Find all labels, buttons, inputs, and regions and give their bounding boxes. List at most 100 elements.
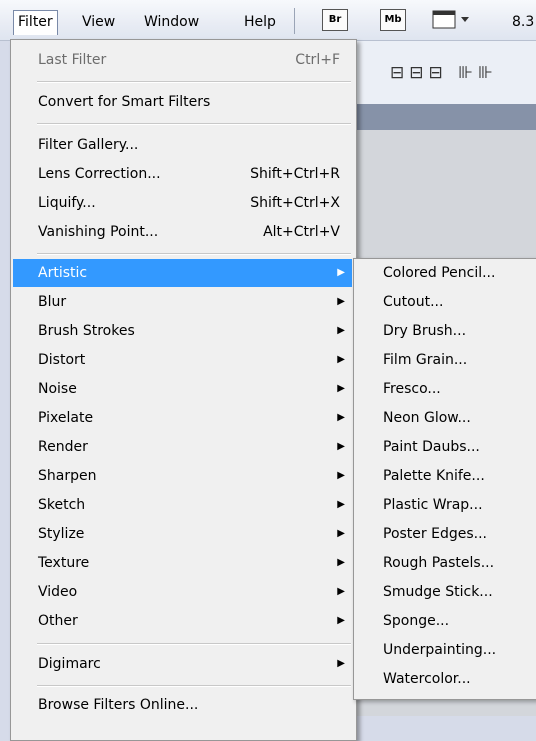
menu-item-brush-strokes[interactable]: Brush Strokes ▶: [13, 317, 352, 345]
menu-item-label: Paint Daubs...: [383, 439, 480, 455]
menu-item-lens-correction[interactable]: Lens Correction... Shift+Ctrl+R: [13, 160, 352, 188]
menu-item-video[interactable]: Video ▶: [13, 578, 352, 606]
submenu-arrow-icon: ▶: [337, 615, 345, 626]
submenu-arrow-icon: ▶: [337, 267, 345, 278]
menu-item-distort[interactable]: Distort ▶: [13, 346, 352, 374]
menu-item-label: Noise: [38, 381, 77, 397]
submenu-arrow-icon: ▶: [337, 412, 345, 423]
menu-item-label: Digimarc: [38, 656, 101, 672]
menu-item-label: Sponge...: [383, 613, 450, 629]
submenu-item-smudge-stick[interactable]: Smudge Stick...: [356, 578, 536, 607]
menu-item-label: Poster Edges...: [383, 526, 487, 542]
separator: [37, 685, 351, 687]
submenu-arrow-icon: ▶: [337, 528, 345, 539]
menu-item-blur[interactable]: Blur ▶: [13, 288, 352, 316]
align-icons[interactable]: ⊟⊟⊟ ⊪⊪: [390, 63, 498, 83]
separator: [37, 253, 351, 255]
menu-item-other[interactable]: Other ▶: [13, 607, 352, 635]
menu-item-label: Rough Pastels...: [383, 555, 495, 571]
document-tab-strip: [356, 104, 536, 130]
menu-item-label: Pixelate: [38, 410, 94, 426]
menu-item-label: Plastic Wrap...: [383, 497, 483, 513]
menu-help[interactable]: Help: [240, 11, 280, 33]
menu-item-render[interactable]: Render ▶: [13, 433, 352, 461]
menu-item-label: Distort: [38, 352, 86, 368]
menu-bar: Filter View Window Help Br Mb 8.3: [0, 0, 536, 41]
menu-item-filter-gallery[interactable]: Filter Gallery...: [13, 131, 352, 159]
submenu-item-palette-knife[interactable]: Palette Knife...: [356, 462, 536, 491]
menu-item-label: Neon Glow...: [383, 410, 471, 426]
menu-item-texture[interactable]: Texture ▶: [13, 549, 352, 577]
menu-item-label: Last Filter: [38, 52, 107, 68]
menu-item-label: Cutout...: [383, 294, 444, 310]
menu-item-label: Filter Gallery...: [38, 137, 139, 153]
menu-item-label: Blur: [38, 294, 67, 310]
submenu-arrow-icon: ▶: [337, 499, 345, 510]
submenu-item-underpainting[interactable]: Underpainting...: [356, 636, 536, 665]
submenu-item-film-grain[interactable]: Film Grain...: [356, 346, 536, 375]
menu-item-label: Vanishing Point...: [38, 224, 159, 240]
menu-item-label: Smudge Stick...: [383, 584, 493, 600]
submenu-item-rough-pastels[interactable]: Rough Pastels...: [356, 549, 536, 578]
menu-item-convert-smart-filters[interactable]: Convert for Smart Filters: [13, 88, 352, 116]
menu-item-label: Render: [38, 439, 88, 455]
filter-menu: Last Filter Ctrl+F Convert for Smart Fil…: [10, 39, 357, 741]
submenu-item-plastic-wrap[interactable]: Plastic Wrap...: [356, 491, 536, 520]
view-extras-button[interactable]: [432, 9, 474, 31]
menu-item-label: Other: [38, 613, 78, 629]
submenu-arrow-icon: ▶: [337, 586, 345, 597]
menu-item-label: Sharpen: [38, 468, 97, 484]
submenu-arrow-icon: ▶: [337, 470, 345, 481]
menu-item-label: Convert for Smart Filters: [38, 94, 211, 110]
menu-item-noise[interactable]: Noise ▶: [13, 375, 352, 403]
menu-item-last-filter[interactable]: Last Filter Ctrl+F: [13, 46, 352, 74]
menu-item-label: Brush Strokes: [38, 323, 135, 339]
submenu-arrow-icon: ▶: [337, 658, 345, 669]
submenu-item-cutout[interactable]: Cutout...: [356, 288, 536, 317]
separator: [37, 643, 351, 645]
menu-item-liquify[interactable]: Liquify... Shift+Ctrl+X: [13, 189, 352, 217]
submenu-arrow-icon: ▶: [337, 296, 345, 307]
menu-item-vanishing-point[interactable]: Vanishing Point... Alt+Ctrl+V: [13, 218, 352, 246]
view-extras-icon: [432, 10, 469, 29]
separator: [37, 123, 351, 125]
menu-window[interactable]: Window: [140, 11, 203, 33]
menu-item-label: Stylize: [38, 526, 85, 542]
submenu-arrow-icon: ▶: [337, 557, 345, 568]
submenu-item-fresco[interactable]: Fresco...: [356, 375, 536, 404]
shortcut-label: Shift+Ctrl+R: [250, 166, 340, 182]
zoom-level: 8.3: [512, 14, 535, 30]
submenu-item-neon-glow[interactable]: Neon Glow...: [356, 404, 536, 433]
menu-item-pixelate[interactable]: Pixelate ▶: [13, 404, 352, 432]
menu-item-label: Underpainting...: [383, 642, 497, 658]
menu-item-sharpen[interactable]: Sharpen ▶: [13, 462, 352, 490]
shortcut-label: Ctrl+F: [295, 52, 340, 68]
submenu-arrow-icon: ▶: [337, 354, 345, 365]
menu-view[interactable]: View: [78, 11, 119, 33]
menu-item-stylize[interactable]: Stylize ▶: [13, 520, 352, 548]
submenu-item-poster-edges[interactable]: Poster Edges...: [356, 520, 536, 549]
bridge-button[interactable]: Br: [322, 9, 348, 31]
submenu-item-colored-pencil[interactable]: Colored Pencil...: [356, 259, 536, 288]
menu-item-label: Film Grain...: [383, 352, 468, 368]
shortcut-label: Shift+Ctrl+X: [250, 195, 340, 211]
menu-item-label: Dry Brush...: [383, 323, 467, 339]
menu-item-artistic[interactable]: Artistic ▶: [13, 259, 352, 287]
options-bar: ⊟⊟⊟ ⊪⊪: [356, 41, 536, 105]
menu-item-label: Browse Filters Online...: [38, 697, 199, 713]
menu-item-digimarc[interactable]: Digimarc ▶: [13, 650, 352, 678]
minibridge-button[interactable]: Mb: [380, 9, 406, 31]
separator: [37, 81, 351, 83]
menu-item-sketch[interactable]: Sketch ▶: [13, 491, 352, 519]
shortcut-label: Alt+Ctrl+V: [263, 224, 340, 240]
menu-item-browse-filters-online[interactable]: Browse Filters Online...: [13, 691, 352, 719]
menu-item-label: Sketch: [38, 497, 86, 513]
submenu-item-dry-brush[interactable]: Dry Brush...: [356, 317, 536, 346]
submenu-item-sponge[interactable]: Sponge...: [356, 607, 536, 636]
menu-item-label: Lens Correction...: [38, 166, 161, 182]
menu-filter[interactable]: Filter: [13, 10, 58, 35]
menu-item-label: Palette Knife...: [383, 468, 485, 484]
menu-item-label: Colored Pencil...: [383, 265, 496, 281]
submenu-item-watercolor[interactable]: Watercolor...: [356, 665, 536, 694]
submenu-item-paint-daubs[interactable]: Paint Daubs...: [356, 433, 536, 462]
